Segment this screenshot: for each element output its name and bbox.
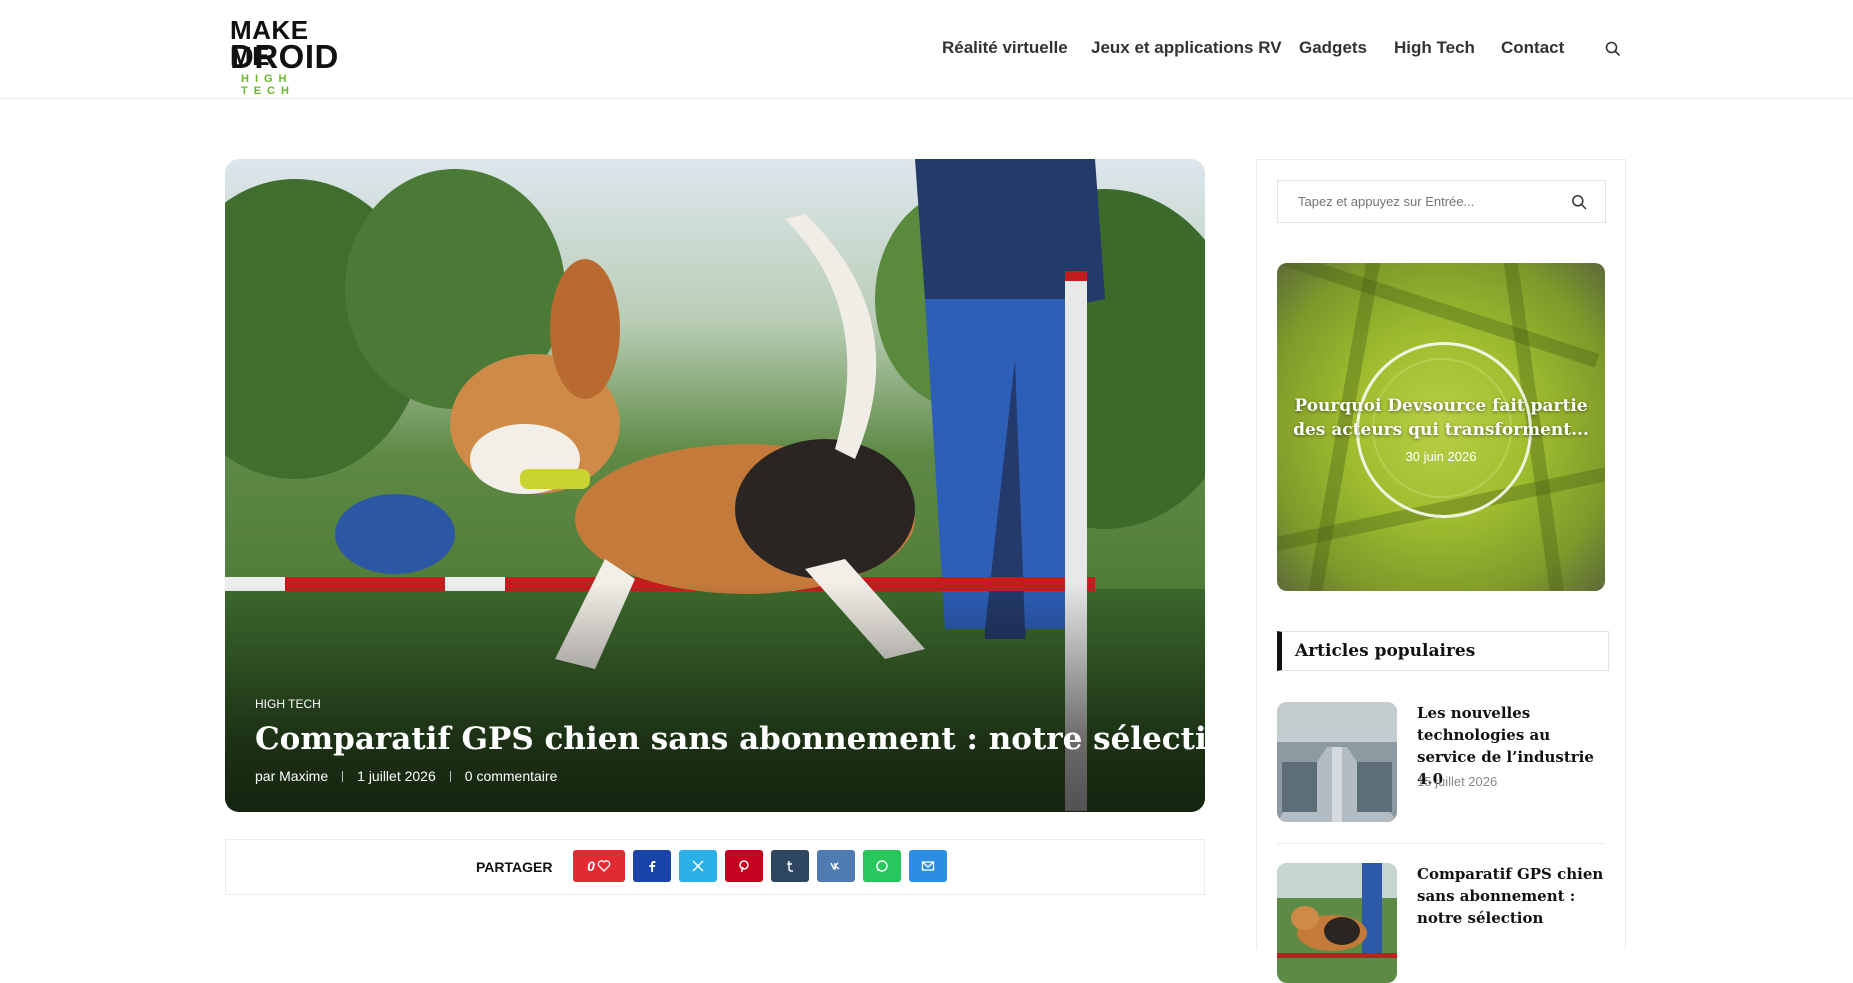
heart-icon <box>597 860 611 872</box>
post-thumbnail[interactable] <box>1277 863 1397 983</box>
hero-author[interactable]: par Maxime <box>255 768 328 784</box>
meta-divider <box>449 771 451 782</box>
featured-post-date: 30 juin 2026 <box>1405 449 1477 464</box>
list-item[interactable]: Comparatif GPS chien sans abonnement : n… <box>1277 863 1605 983</box>
vk-share-button[interactable] <box>817 850 855 882</box>
facebook-share-button[interactable] <box>633 850 671 882</box>
logo-line-2: DROID <box>230 38 339 75</box>
nav-item-jeux-applications-rv[interactable]: Jeux et applications RV <box>1091 38 1282 58</box>
post-thumbnail[interactable] <box>1277 702 1397 822</box>
x-share-button[interactable] <box>679 850 717 882</box>
search-icon[interactable] <box>1571 194 1587 210</box>
list-item[interactable]: Les nouvelles technologies au service de… <box>1277 702 1605 822</box>
tumblr-share-button[interactable] <box>771 850 809 882</box>
search-input[interactable] <box>1278 181 1568 222</box>
pinterest-share-button[interactable] <box>725 850 763 882</box>
hero-category[interactable]: HIGH TECH <box>255 697 321 711</box>
hero-title[interactable]: Comparatif GPS chien sans abonnement : n… <box>255 721 1205 757</box>
site-header: MAKE ME DROID HIGH TECH Réalité virtuell… <box>0 0 1853 99</box>
tumblr-icon <box>787 861 793 872</box>
sidebar: Pourquoi Devsource fait partie des acteu… <box>1256 159 1626 983</box>
featured-post[interactable]: Pourquoi Devsource fait partie des acteu… <box>1277 263 1605 591</box>
pinterest-icon <box>739 860 749 873</box>
divider <box>1277 843 1605 844</box>
hero-article[interactable]: HIGH TECH Comparatif GPS chien sans abon… <box>225 159 1205 812</box>
site-logo[interactable]: MAKE ME DROID HIGH TECH <box>230 17 348 97</box>
love-button[interactable]: 0 <box>573 850 625 882</box>
envelope-icon <box>921 861 935 871</box>
logo-tagline: HIGH TECH <box>241 73 295 97</box>
like-count: 0 <box>587 858 595 874</box>
hero-comments[interactable]: 0 commentaire <box>465 768 558 784</box>
search-icon[interactable] <box>1604 40 1622 58</box>
popular-heading-label: Articles populaires <box>1295 641 1476 661</box>
whatsapp-share-button[interactable] <box>863 850 901 882</box>
hero-date: 1 juillet 2026 <box>357 768 436 784</box>
share-label: PARTAGER <box>476 859 553 875</box>
sidebar-search <box>1277 180 1606 223</box>
hero-meta: par Maxime 1 juillet 2026 0 commentaire <box>255 768 557 784</box>
nav-item-gadgets[interactable]: Gadgets <box>1299 38 1367 58</box>
nav-item-high-tech[interactable]: High Tech <box>1394 38 1475 58</box>
email-share-button[interactable] <box>909 850 947 882</box>
nav-item-contact[interactable]: Contact <box>1501 38 1564 58</box>
vk-icon <box>830 862 840 870</box>
featured-post-title[interactable]: Pourquoi Devsource fait partie des acteu… <box>1287 394 1595 442</box>
popular-articles-heading: Articles populaires <box>1277 631 1609 671</box>
share-bar: PARTAGER 0 <box>225 839 1205 895</box>
popular-post-date: 15 juillet 2026 <box>1417 774 1498 789</box>
meta-divider <box>342 771 344 782</box>
facebook-icon <box>649 861 656 872</box>
nav-item-realite-virtuelle[interactable]: Réalité virtuelle <box>942 38 1068 58</box>
x-icon <box>692 860 704 872</box>
popular-post-title[interactable]: Comparatif GPS chien sans abonnement : n… <box>1417 863 1605 929</box>
whatsapp-icon <box>876 860 888 872</box>
